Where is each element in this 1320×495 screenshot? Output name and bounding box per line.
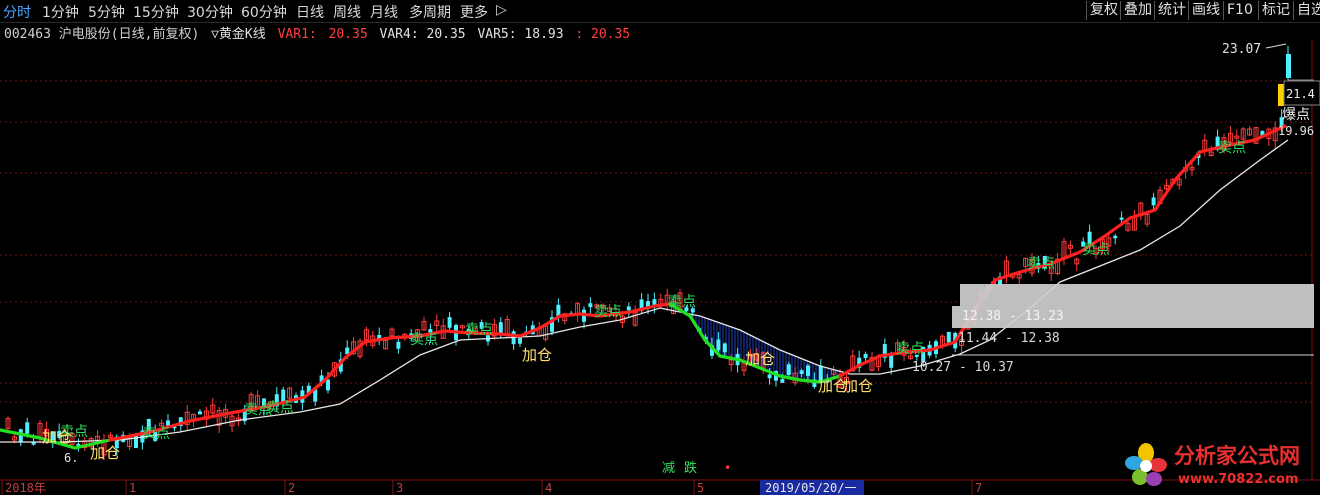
add-position-label: 加仓 (42, 428, 72, 446)
logo-title: 分析家公式网 (1174, 444, 1300, 468)
candle-body (780, 378, 785, 383)
ma-segment (798, 378, 822, 384)
candle-body (166, 420, 170, 426)
price-zone-label: 11.44 - 12.38 (958, 331, 1060, 346)
period-tab-5min[interactable]: 5分钟 (88, 2, 125, 22)
sell-signal-label: 卖点 (896, 341, 924, 357)
candle-body (722, 343, 727, 353)
candle-body (326, 379, 330, 391)
candle-body (889, 354, 894, 368)
x-tick-label: 2 (288, 481, 295, 495)
candle-body (767, 374, 772, 379)
period-tab-more[interactable]: 更多 (460, 2, 488, 22)
candle-body (716, 339, 721, 351)
logo-url: www.70822.com (1178, 472, 1299, 487)
sell-signal-label: 卖点 (142, 426, 170, 442)
price-zone-band (960, 284, 1314, 306)
candle-body (1286, 54, 1291, 78)
mark-button[interactable]: 标记 (1258, 1, 1290, 20)
period-tab-30min[interactable]: 30分钟 (187, 2, 233, 22)
add-position-label: 加仓 (522, 346, 552, 364)
candle-body (863, 353, 868, 359)
sell-signal-label: 卖点 (1218, 140, 1246, 156)
chevron-right-icon[interactable]: ▷ (496, 2, 507, 18)
price-zone-label: 12.38 - 13.23 (962, 309, 1064, 324)
low-right-label: 19.96 (1278, 124, 1314, 138)
statistics-button[interactable]: 统计 (1154, 1, 1186, 20)
low-left-label: 6. (64, 451, 78, 465)
watchlist-button[interactable]: 自选 (1293, 1, 1320, 20)
candle-body (198, 411, 202, 415)
period-tab-monthly[interactable]: 月线 (370, 2, 398, 22)
ma-segment (558, 312, 582, 318)
period-tab-multi[interactable]: 多周期 (409, 2, 451, 22)
candle-body (806, 365, 810, 376)
adjust-button[interactable]: 复权 (1086, 1, 1118, 20)
period-tab-minute[interactable]: 分时 (3, 2, 31, 22)
dot-icon: • (724, 461, 731, 475)
high-price-pointer (1265, 43, 1287, 49)
period-tab-weekly[interactable]: 周线 (333, 2, 361, 22)
sell-signal-label: 卖点 (410, 332, 438, 348)
indicator-info-bar: 002463 沪电股份(日线,前复权) ▽黄金K线 VAR1: 20.35 VA… (4, 23, 634, 42)
period-tab-daily[interactable]: 日线 (296, 2, 324, 22)
candle-body (1113, 235, 1118, 239)
candle-body (25, 422, 30, 434)
candle-body (1151, 197, 1156, 206)
add-position-label: 加仓 (745, 350, 775, 368)
x-tick-label: 3 (396, 481, 403, 495)
current-price-bar (1278, 84, 1284, 106)
period-tab-60min[interactable]: 60分钟 (241, 2, 287, 22)
x-axis: 2018年 1 2 3 4 5 2019/05/20/一 7 (1, 480, 982, 495)
f10-button[interactable]: F10 (1223, 1, 1253, 20)
x-tick-label: 5 (697, 481, 704, 495)
candle-body (799, 370, 804, 375)
x-tick-label: 4 (545, 481, 552, 495)
flower-logo-icon (1125, 443, 1167, 486)
ma-segment (688, 314, 707, 342)
price-zone-label: 10.27 - 10.37 (912, 360, 1014, 375)
ma-segment (993, 270, 1022, 282)
period-tab-1min[interactable]: 1分钟 (42, 2, 79, 22)
candlestick-chart[interactable]: 12.38 - 13.2311.44 - 12.3810.27 - 10.37 … (0, 40, 1320, 495)
site-logo: 分析家公式网 www.70822.com (1125, 443, 1300, 487)
ma-segment (1173, 150, 1202, 182)
x-tick-label: 1 (129, 481, 136, 495)
price-zones: 12.38 - 13.23 11.44 - 12.38 10.27 - 10.37 (912, 284, 1314, 375)
sell-signal-label: 卖点 (668, 294, 696, 310)
sell-signal-label: 卖点 (266, 400, 294, 416)
add-position-label: 加仓 (90, 444, 120, 462)
candle-body (626, 306, 631, 311)
burst-point-label: 爆点 (1282, 107, 1310, 123)
sell-signal-label: 卖点 (1082, 242, 1110, 258)
overlay-button[interactable]: 叠加 (1120, 1, 1152, 20)
add-position-label: 加仓 (843, 377, 873, 395)
current-price-label: 21.4 (1286, 87, 1315, 101)
candle-body (786, 364, 791, 375)
fall-label: 跌 (684, 460, 697, 476)
reduce-label: 减 (662, 461, 675, 476)
sell-signal-label: 卖点 (1027, 256, 1055, 272)
sell-signal-label: 卖点 (465, 322, 493, 338)
candle-body (588, 303, 593, 308)
draw-line-button[interactable]: 画线 (1188, 1, 1220, 20)
high-price-label: 23.07 (1222, 42, 1261, 57)
candle-body (396, 341, 401, 349)
sell-signal-label: 卖点 (594, 304, 622, 320)
bearish-fill-area (686, 313, 838, 382)
period-toolbar: 分时 1分钟 5分钟 15分钟 30分钟 60分钟 日线 周线 月线 多周期 更… (0, 0, 1320, 23)
candle-body (946, 331, 951, 343)
x-tick-label: 2019/05/20/一 (765, 481, 856, 495)
candle-body (1119, 217, 1124, 220)
ma-segment (498, 332, 522, 338)
candle-body (134, 434, 138, 448)
x-tick-label: 2018年 (5, 481, 46, 495)
candle-body (447, 317, 452, 328)
period-tab-15min[interactable]: 15分钟 (133, 2, 179, 22)
x-tick-label: 7 (975, 481, 982, 495)
